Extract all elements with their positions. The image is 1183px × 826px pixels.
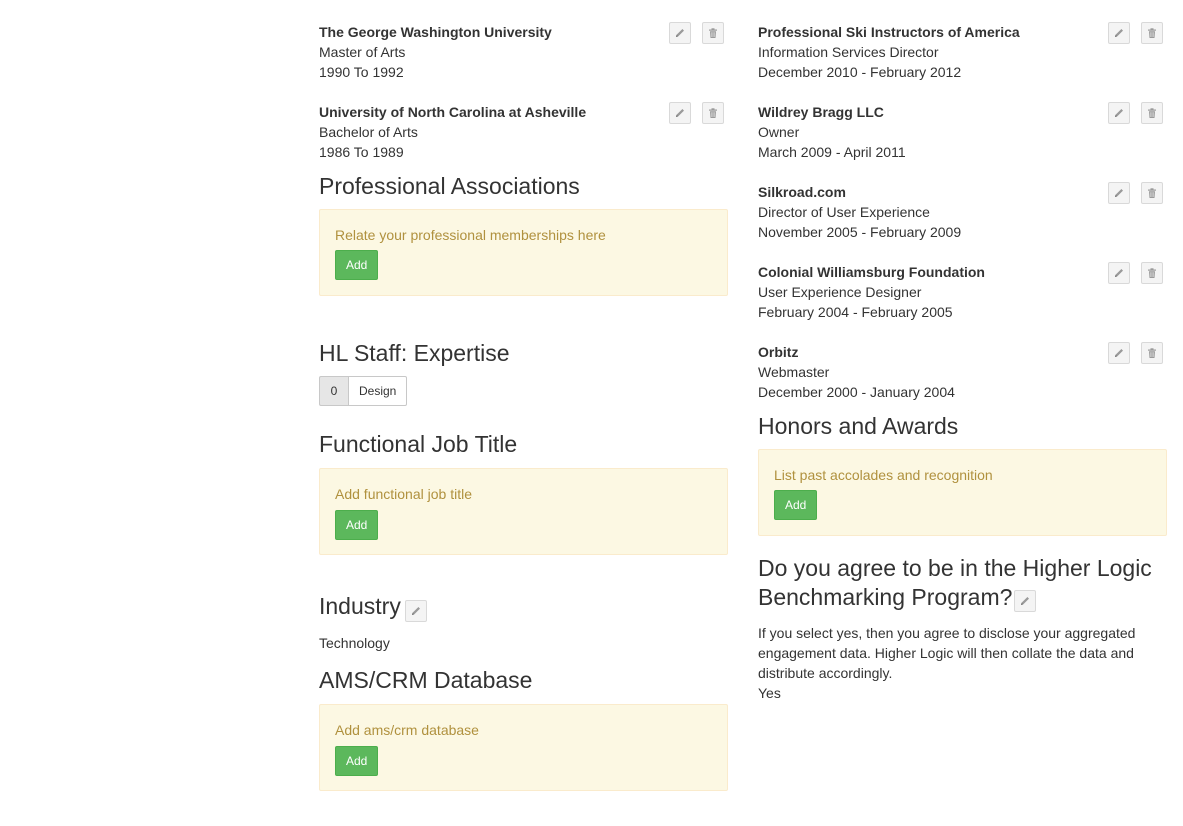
experience-item: Professional Ski Instructors of America … [758,10,1167,80]
experience-dates: March 2009 - April 2011 [758,144,906,160]
edit-education-button[interactable] [669,22,691,44]
expertise-tag-label: Design [348,376,408,406]
edit-benchmarking-button[interactable] [1014,590,1036,612]
industry-value: Technology [319,635,390,651]
pencil-icon [1113,347,1125,359]
delete-experience-button[interactable] [1141,262,1163,284]
honors-message: List past accolades and recognition [774,467,993,483]
pencil-icon [674,27,686,39]
trash-icon [1146,187,1158,199]
experience-company: Wildrey Bragg LLC [758,104,884,120]
education-item: The George Washington University Master … [319,10,728,80]
experience-dates: November 2005 - February 2009 [758,224,962,240]
education-degree: Bachelor of Arts [319,124,418,140]
education-school: The George Washington University [319,24,552,40]
trash-icon [707,107,719,119]
pencil-icon [1113,267,1125,279]
trash-icon [1146,27,1158,39]
ams-crm-message: Add ams/crm database [335,722,479,738]
edit-experience-button[interactable] [1108,22,1130,44]
delete-experience-button[interactable] [1141,22,1163,44]
industry-heading: Industry [319,593,401,619]
expertise-heading: HL Staff: Expertise [319,340,510,366]
education-years: 1990 To 1992 [319,64,404,80]
functional-job-title-empty-alert: Add functional job title Add [319,468,728,555]
benchmarking-description-line3: distribute accordingly. [758,665,893,681]
experience-company: Orbitz [758,344,799,360]
experience-title: User Experience Designer [758,284,922,300]
experience-title: Information Services Director [758,44,939,60]
benchmarking-description-line1: If you select yes, then you agree to dis… [758,625,1136,641]
functional-job-title-heading: Functional Job Title [319,431,518,457]
ams-crm-heading: AMS/CRM Database [319,667,533,693]
experience-title: Owner [758,124,800,140]
edit-experience-button[interactable] [1108,102,1130,124]
expertise-tag-count: 0 [319,376,348,406]
education-school: University of North Carolina at Ashevill… [319,104,587,120]
experience-title: Webmaster [758,364,830,380]
trash-icon [1146,107,1158,119]
experience-company: Silkroad.com [758,184,846,200]
edit-education-button[interactable] [669,102,691,124]
experience-item: Orbitz Webmaster December 2000 - January… [758,330,1167,400]
edit-experience-button[interactable] [1108,262,1130,284]
experience-item: Silkroad.com Director of User Experience… [758,170,1167,240]
experience-dates: December 2010 - February 2012 [758,64,962,80]
experience-item: Colonial Williamsburg Foundation User Ex… [758,250,1167,320]
delete-experience-button[interactable] [1141,342,1163,364]
experience-company: Professional Ski Instructors of America [758,24,1020,40]
functional-job-title-message: Add functional job title [335,486,472,502]
add-ams-crm-button[interactable]: Add [335,746,379,776]
experience-dates: February 2004 - February 2005 [758,304,953,320]
experience-company: Colonial Williamsburg Foundation [758,264,985,280]
education-degree: Master of Arts [319,44,406,60]
experience-dates: December 2000 - January 2004 [758,384,955,400]
edit-experience-button[interactable] [1108,342,1130,364]
pencil-icon [1019,595,1031,607]
trash-icon [707,27,719,39]
education-years: 1986 To 1989 [319,144,404,160]
benchmarking-heading-line2: Benchmarking Program? [758,584,1013,610]
professional-associations-message: Relate your professional memberships her… [335,227,606,243]
edit-industry-button[interactable] [405,600,427,622]
benchmarking-answer: Yes [758,685,781,701]
professional-associations-heading: Professional Associations [319,173,580,199]
delete-experience-button[interactable] [1141,102,1163,124]
trash-icon [1146,347,1158,359]
professional-associations-empty-alert: Relate your professional memberships her… [319,209,728,296]
ams-crm-empty-alert: Add ams/crm database Add [319,704,728,791]
expertise-tag[interactable]: 0 Design [319,376,408,406]
delete-experience-button[interactable] [1141,182,1163,204]
pencil-icon [1113,187,1125,199]
honors-empty-alert: List past accolades and recognition Add [758,449,1167,536]
pencil-icon [410,605,422,617]
profile-page: The George Washington University Master … [0,0,1183,826]
honors-heading: Honors and Awards [758,413,959,439]
education-item: University of North Carolina at Ashevill… [319,90,728,160]
pencil-icon [1113,27,1125,39]
pencil-icon [674,107,686,119]
edit-experience-button[interactable] [1108,182,1130,204]
add-functional-job-title-button[interactable]: Add [335,510,379,540]
experience-item: Wildrey Bragg LLC Owner March 2009 - Apr… [758,90,1167,160]
experience-title: Director of User Experience [758,204,930,220]
delete-education-button[interactable] [702,102,724,124]
add-professional-association-button[interactable]: Add [335,250,379,280]
add-honor-button[interactable]: Add [774,490,818,520]
pencil-icon [1113,107,1125,119]
benchmarking-description-line2: engagement data. Higher Logic will then … [758,645,1134,661]
benchmarking-heading-line1: Do you agree to be in the Higher Logic [758,555,1152,581]
delete-education-button[interactable] [702,22,724,44]
trash-icon [1146,267,1158,279]
